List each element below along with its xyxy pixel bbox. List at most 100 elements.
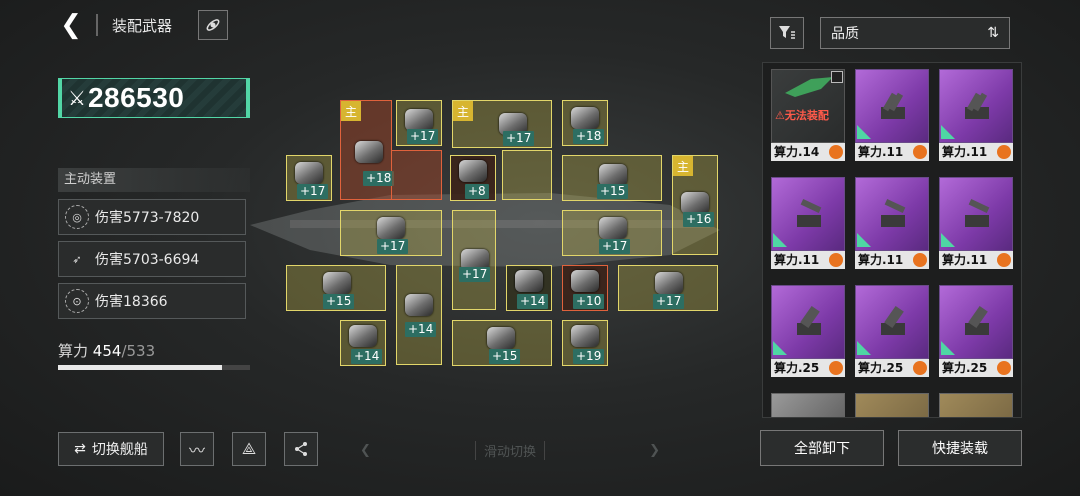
weapon-slot[interactable]: 主 +18 [340,100,395,200]
gear-icon [913,253,927,267]
active-device-2[interactable]: ➶ 伤害5703-6694 [58,241,246,277]
slot-level: +15 [323,294,355,309]
inventory-card[interactable]: 算力.11 [939,177,1013,269]
inventory-card[interactable]: 算力.25 [939,285,1013,377]
sort-dropdown[interactable]: 品质 ⇅ [820,17,1010,49]
turret-icon [881,305,905,335]
filter-button[interactable] [770,17,804,49]
weapon-slot[interactable]: +17 [618,265,718,311]
rarity-corner [941,125,955,139]
inventory-card[interactable]: 算力.11 [771,177,845,269]
active-device-1[interactable]: ◎ 伤害5773-7820 [58,199,246,235]
weapon-slot[interactable]: +15 [286,265,386,311]
combat-power-value: 286530 [87,82,185,113]
compute-current: 454 [92,342,122,360]
chevron-right-icon[interactable]: ❯ [649,443,660,458]
slot-level: +17 [407,129,439,144]
weapon-slot[interactable]: +8 [450,155,496,201]
page-title: 装配武器 [112,16,173,35]
active-device-2-label: 伤害5703-6694 [95,252,200,268]
inventory-card[interactable]: ⚠无法装配 算力.14 [771,69,845,161]
gear-icon [913,145,927,159]
weapon-slot[interactable]: +17 [452,210,496,310]
weapon-slot[interactable]: +15 [452,320,552,366]
slot-level: +17 [599,239,631,254]
card-art [939,393,1013,417]
inventory-card[interactable]: 算力.11 [855,69,929,161]
share-button[interactable] [284,432,318,466]
turret-icon [881,199,906,227]
inventory-card[interactable]: 算力.11 [855,177,929,269]
weapon-inventory[interactable]: ⚠无法装配 算力.14 算力.11 算力.11 算力.11 算力.11 算力.1… [762,62,1022,418]
quick-equip-button[interactable]: 快捷装载 [898,430,1022,466]
turret-icon [965,199,990,227]
weapon-slot[interactable]: +14 [396,265,442,365]
gear-icon [829,361,843,375]
slide-hint-label: 滑动切换 [474,440,545,460]
active-device-3[interactable]: ⊙ 伤害18366 [58,283,246,319]
weapon-slot[interactable]: +17 [396,100,442,146]
weapon-slot[interactable]: +14 [340,320,386,366]
gear-icon [997,361,1011,375]
fleet-icon: ⟁ [241,439,257,458]
shield-icon: ⊙ [65,289,89,313]
weapon-slot[interactable]: +19 [562,320,608,366]
rarity-corner [857,233,871,247]
combat-power-display: ⚔ 286530 [58,78,250,118]
sort-label: 品质 [831,26,859,42]
weapon-slot[interactable]: +17 [286,155,332,201]
chevron-left-icon: ❮ [60,10,82,40]
quick-equip-label: 快捷装载 [932,441,988,457]
slot-level: +17 [653,294,685,309]
weapon-slot[interactable]: +17 [340,210,442,256]
weapon-slot-extension[interactable] [392,150,442,200]
card-art [771,393,845,417]
slot-level: +14 [351,349,383,364]
weapon-slot[interactable]: +15 [562,155,662,201]
switch-ship-label: 切换舰船 [91,442,148,458]
swap-arrows-icon: ⇄ [74,441,86,457]
inventory-card[interactable]: 算力.25 [771,285,845,377]
gear-icon [913,361,927,375]
turret-icon [797,305,821,335]
waveform-button[interactable]: 〰 [180,432,214,466]
slot-level: +16 [683,212,715,227]
page-header: 装配武器 [96,10,172,40]
main-weapon-tag: 主 [453,101,473,121]
inventory-card[interactable]: 算力.11 [939,69,1013,161]
inventory-card-partial[interactable] [939,393,1013,417]
turret-icon [881,92,905,119]
back-button[interactable]: ❮ [56,10,86,40]
compute-label: 算力 [58,342,89,360]
ship-swap-button[interactable] [198,10,228,40]
inventory-card-partial[interactable] [771,393,845,417]
fleet-button[interactable]: ⟁ [232,432,266,466]
weapon-slot[interactable]: +18 [562,100,608,146]
gear-icon [997,253,1011,267]
waveform-icon: 〰 [188,441,205,460]
weapon-slot[interactable]: +17 [562,210,662,256]
rarity-corner [857,341,871,355]
missile-icon: ➶ [72,252,82,266]
chevron-left-icon[interactable]: ❮ [360,443,371,458]
inventory-card-partial[interactable] [855,393,929,417]
weapon-slot[interactable]: 主 +17 [452,100,552,148]
select-checkbox[interactable] [831,71,843,83]
inventory-card[interactable]: 算力.25 [855,285,929,377]
slot-level: +8 [465,184,489,199]
switch-ship-button[interactable]: ⇄ 切换舰船 [58,432,164,466]
slide-switch-hint[interactable]: ❮ 滑动切换 ❯ [360,440,660,460]
unequip-all-button[interactable]: 全部卸下 [760,430,884,466]
active-device-3-label: 伤害18366 [95,294,168,310]
sort-toggle-icon[interactable]: ⇅ [987,25,999,41]
weapon-slot[interactable]: 主 +16 [672,155,718,255]
weapon-slot-extension[interactable] [502,150,552,200]
slot-level: +19 [573,349,605,364]
weapon-slot[interactable]: +10 [562,265,608,311]
slot-level: +17 [459,267,491,282]
main-weapon-tag: 主 [341,101,361,121]
rarity-corner [941,233,955,247]
weapon-slot[interactable]: +14 [506,265,552,311]
compute-progress-bar [58,365,250,370]
main-weapon-tag: 主 [673,156,693,176]
